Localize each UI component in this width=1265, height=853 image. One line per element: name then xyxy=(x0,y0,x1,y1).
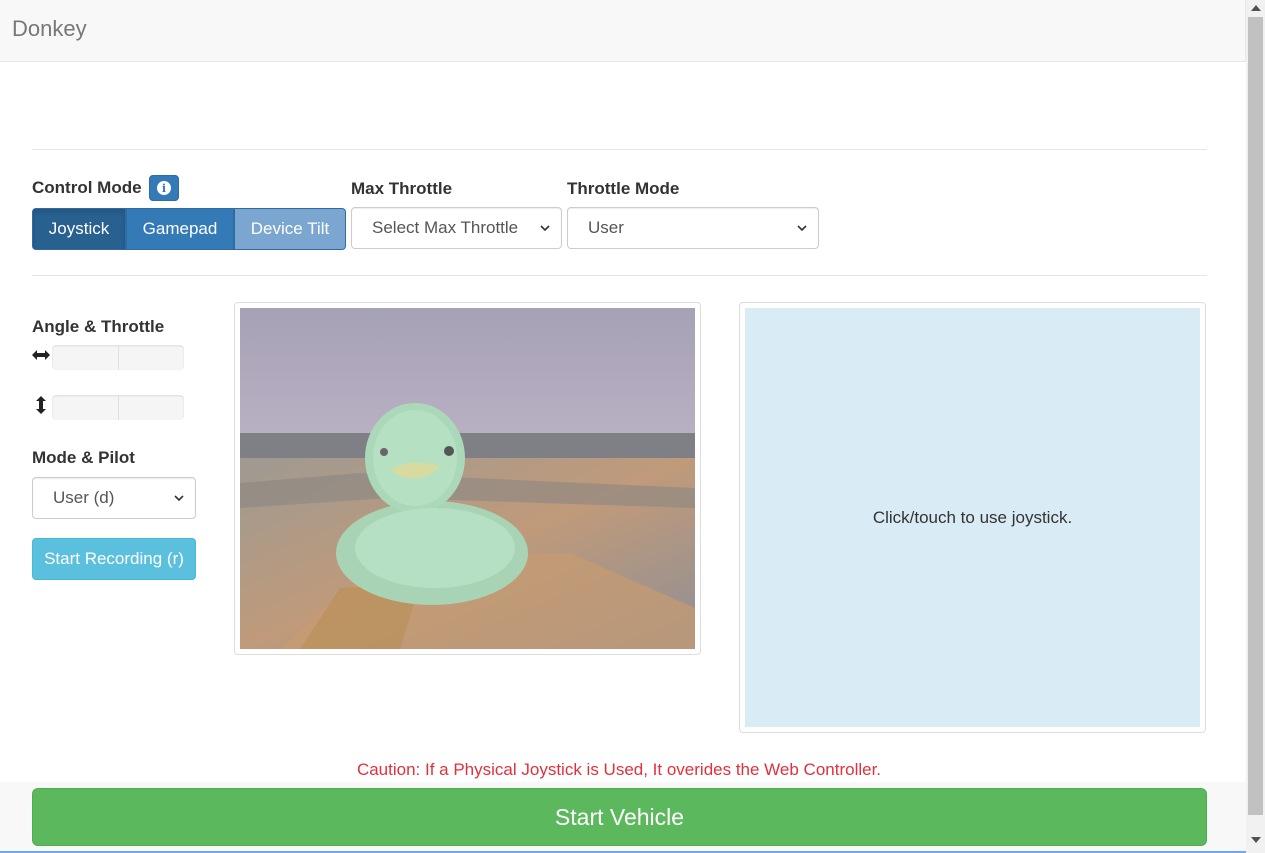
left-right-arrow-icon xyxy=(32,350,50,360)
throttle-mode-value: User xyxy=(588,218,624,237)
throttle-progress-bar xyxy=(52,395,184,420)
max-throttle-label: Max Throttle xyxy=(351,179,453,198)
joystick-mode-button[interactable]: Joystick xyxy=(32,208,126,250)
max-throttle-select[interactable]: Select Max Throttle xyxy=(351,207,562,249)
max-throttle-value: Select Max Throttle xyxy=(372,218,519,237)
joystick-hint: Click/touch to use joystick. xyxy=(872,507,1073,527)
chevron-down-icon xyxy=(174,495,184,502)
throttle-mode-select[interactable]: User xyxy=(567,207,819,249)
control-mode-group: Joystick Gamepad Device Tilt xyxy=(32,208,346,250)
control-mode-info-button[interactable]: i xyxy=(149,175,179,201)
scrollbar-thumb[interactable] xyxy=(1248,17,1263,815)
angle-progress-bar xyxy=(52,345,184,370)
angle-throttle-label: Angle & Throttle xyxy=(32,317,165,336)
caution-text: Caution: If a Physical Joystick is Used,… xyxy=(356,760,882,779)
scrollbar[interactable] xyxy=(1246,0,1265,853)
mode-pilot-label: Mode & Pilot xyxy=(32,448,135,467)
joystick-area[interactable]: Click/touch to use joystick. xyxy=(745,308,1200,727)
scroll-up-arrow-icon[interactable] xyxy=(1251,5,1261,11)
divider xyxy=(32,149,1207,150)
device-tilt-mode-button[interactable]: Device Tilt xyxy=(234,208,346,250)
control-mode-label: Control Mode xyxy=(32,178,142,197)
throttle-mode-label: Throttle Mode xyxy=(567,179,680,198)
mode-pilot-value: User (d) xyxy=(53,488,115,507)
scroll-down-arrow-icon[interactable] xyxy=(1251,837,1261,843)
info-icon: i xyxy=(157,181,171,195)
chevron-down-icon xyxy=(797,225,807,232)
navbar: Donkey xyxy=(0,0,1246,62)
gamepad-mode-button[interactable]: Gamepad xyxy=(126,208,234,250)
up-down-arrow-icon xyxy=(36,396,46,414)
chevron-down-icon xyxy=(540,225,550,232)
start-vehicle-button[interactable]: Start Vehicle xyxy=(32,788,1207,846)
camera-feed-image xyxy=(240,308,695,649)
mode-pilot-select[interactable]: User (d) xyxy=(32,477,196,519)
start-recording-button[interactable]: Start Recording (r) xyxy=(32,538,196,580)
brand-link[interactable]: Donkey xyxy=(12,16,87,42)
divider xyxy=(32,275,1207,276)
